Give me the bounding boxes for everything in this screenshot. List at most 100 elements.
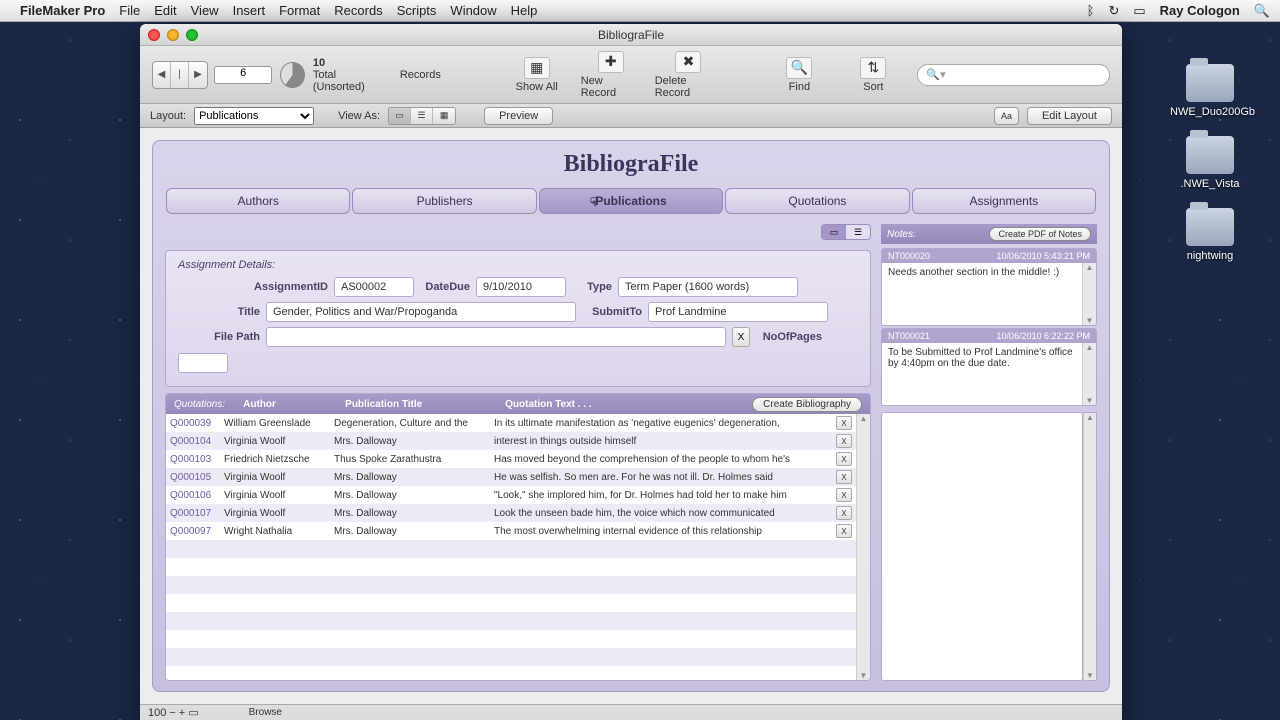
tab-authors[interactable]: Authors [166,188,350,214]
prev-record-icon[interactable]: ◀ [153,62,171,88]
tab-publications[interactable]: Publications☟ [539,188,723,214]
menu-scripts[interactable]: Scripts [397,3,437,18]
zoom-out-button[interactable]: − [169,707,175,719]
preview-button[interactable]: Preview [484,107,553,125]
quotation-delete-button[interactable]: X [836,434,852,448]
find-button[interactable]: 🔍 Find [769,57,829,93]
quotation-delete-button[interactable]: X [836,524,852,538]
tab-publishers[interactable]: Publishers [352,188,536,214]
quotation-row[interactable]: Q000039William GreensladeDegeneration, C… [166,414,856,432]
layout-label: Layout: [150,110,186,122]
view-table-icon[interactable]: ▦ [433,108,455,124]
menu-insert[interactable]: Insert [233,3,266,18]
quotation-id[interactable]: Q000104 [170,436,224,447]
field-assignment-id[interactable]: AS00002 [334,277,414,297]
col-author[interactable]: Author [243,399,345,410]
view-form-icon[interactable]: ▭ [389,108,411,124]
show-all-button[interactable]: ▦ Show All [507,57,567,93]
user-name[interactable]: Ray Cologon [1160,3,1240,18]
note-scrollbar[interactable]: ▲▼ [1082,343,1096,405]
desktop-folder[interactable]: NWE_Duo200Gb [1170,64,1250,118]
notes-column-scrollbar[interactable]: ▲▼ [1083,412,1097,681]
folder-label: .NWE_Vista [1170,178,1250,190]
field-date-due[interactable]: 9/10/2010 [476,277,566,297]
next-record-icon[interactable]: ▶ [189,62,207,88]
panel-view-list-icon[interactable]: ☰ [846,225,870,239]
sort-state: Total (Unsorted) [313,69,386,93]
sort-button[interactable]: ⇅ Sort [843,57,903,93]
menu-records[interactable]: Records [334,3,382,18]
field-title[interactable]: Gender, Politics and War/Propoganda [266,302,576,322]
quick-search-input[interactable]: 🔍▾ [917,64,1110,86]
quotation-row[interactable]: Q000097Wright NathaliaMrs. DallowayThe m… [166,522,856,540]
note-entry[interactable]: NT00002110/06/2010 6:22:22 PMTo be Submi… [881,328,1097,406]
note-scrollbar[interactable]: ▲▼ [1082,263,1096,325]
menu-help[interactable]: Help [511,3,538,18]
create-pdf-notes-button[interactable]: Create PDF of Notes [989,227,1091,241]
quotation-row[interactable]: Q000105Virginia WoolfMrs. DallowayHe was… [166,468,856,486]
view-as-toggle[interactable]: ▭ ☰ ▦ [388,107,456,125]
layout-select[interactable]: Publications [194,107,314,125]
col-text[interactable]: Quotation Text . . . [505,399,591,410]
tab-quotations[interactable]: Quotations [725,188,909,214]
delete-record-button[interactable]: ✖ Delete Record [655,51,722,99]
menu-file[interactable]: File [119,3,140,18]
quotation-row[interactable]: Q000107Virginia WoolfMrs. DallowayLook t… [166,504,856,522]
quotation-delete-button[interactable]: X [836,488,852,502]
spotlight-icon[interactable]: 🔍 [1254,3,1270,19]
create-bibliography-button[interactable]: Create Bibliography [752,397,862,412]
field-submit-to[interactable]: Prof Landmine [648,302,828,322]
quotation-id[interactable]: Q000105 [170,472,224,483]
aa-button[interactable]: Aa [994,107,1019,125]
file-path-clear-button[interactable]: X [732,327,750,347]
titlebar[interactable]: BibliograFile [140,24,1122,46]
quotation-row-empty [166,666,856,680]
tab-assignments[interactable]: Assignments [912,188,1096,214]
app-menu[interactable]: FileMaker Pro [20,3,105,18]
quotation-id[interactable]: Q000107 [170,508,224,519]
field-no-of-pages[interactable] [178,353,228,373]
quotation-id[interactable]: Q000106 [170,490,224,501]
quotation-text: Look the unseen bade him, the voice whic… [494,508,832,519]
quotation-delete-button[interactable]: X [836,416,852,430]
record-nav[interactable]: ◀ | ▶ [152,61,208,89]
menu-view[interactable]: View [191,3,219,18]
desktop-folder[interactable]: nightwing [1170,208,1250,262]
notes-empty-area[interactable] [881,412,1083,681]
quotation-id[interactable]: Q000097 [170,526,224,537]
zoom-value[interactable]: 100 [148,707,166,719]
quotations-scrollbar[interactable]: ▲▼ [856,414,870,680]
panel-view-form-icon[interactable]: ▭ [822,225,846,239]
mode-label[interactable]: Browse [249,707,282,718]
field-file-path[interactable] [266,327,726,347]
quotation-row[interactable]: Q000104Virginia WoolfMrs. Dallowayintere… [166,432,856,450]
bluetooth-icon[interactable]: ᛒ [1087,3,1095,18]
note-body[interactable]: To be Submitted to Prof Landmine's offic… [882,343,1082,405]
app-title: BibliograFile [165,151,1097,178]
quotation-row[interactable]: Q000106Virginia WoolfMrs. Dalloway"Look,… [166,486,856,504]
quotation-delete-button[interactable]: X [836,470,852,484]
quotation-id[interactable]: Q000039 [170,418,224,429]
panel-view-toggle[interactable]: ▭ ☰ [821,224,871,240]
quotation-row[interactable]: Q000103Friedrich NietzscheThus Spoke Zar… [166,450,856,468]
edit-layout-button[interactable]: Edit Layout [1027,107,1112,125]
quotation-id[interactable]: Q000103 [170,454,224,465]
menu-window[interactable]: Window [450,3,496,18]
menu-format[interactable]: Format [279,3,320,18]
desktop-folder[interactable]: .NWE_Vista [1170,136,1250,190]
view-list-icon[interactable]: ☰ [411,108,433,124]
field-type[interactable]: Term Paper (1600 words) [618,277,798,297]
new-record-button[interactable]: ✚ New Record [581,51,641,99]
quotation-delete-button[interactable]: X [836,506,852,520]
zoom-in-button[interactable]: + [179,707,185,719]
statusbar-toggle-icon[interactable]: ▭ [188,706,198,719]
record-pie-icon[interactable] [280,62,305,88]
note-body[interactable]: Needs another section in the middle! :) [882,263,1082,325]
record-number-input[interactable]: 6 [214,66,272,84]
quotation-delete-button[interactable]: X [836,452,852,466]
menu-edit[interactable]: Edit [154,3,176,18]
note-entry[interactable]: NT00002010/06/2010 5:43:21 PMNeeds anoth… [881,248,1097,326]
battery-icon[interactable]: ▭ [1133,3,1145,19]
col-pub[interactable]: Publication Title [345,399,505,410]
timemachine-icon[interactable]: ↻ [1108,3,1119,19]
